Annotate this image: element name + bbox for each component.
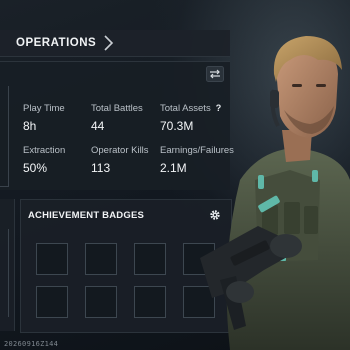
badge-slot[interactable]	[134, 286, 166, 318]
badge-slot[interactable]	[36, 243, 68, 275]
badge-slot[interactable]	[85, 286, 117, 318]
left-panel-edge	[0, 86, 9, 187]
badge-slot[interactable]	[85, 243, 117, 275]
achievement-badges-title: ACHIEVEMENT BADGES	[28, 210, 145, 221]
left-panel-edge	[0, 229, 9, 317]
stat-label: Total Battles	[91, 103, 143, 114]
game-screen: OPERATIONS Play Time 8h Total Battles 44…	[0, 0, 350, 350]
left-side-panel	[0, 199, 15, 331]
stat-operator-kills: Operator Kills 113	[91, 145, 149, 175]
stat-value: 113	[91, 161, 111, 175]
stat-value: 44	[91, 119, 105, 133]
stat-label: Extraction	[23, 145, 66, 156]
operations-title: OPERATIONS	[16, 37, 97, 49]
operator-portrait	[200, 36, 350, 350]
build-id: 20260916Z144	[4, 340, 59, 348]
badge-slot[interactable]	[36, 286, 68, 318]
stat-label: Operator Kills	[91, 145, 149, 156]
stat-value: 8h	[23, 119, 37, 133]
chevron-right-icon[interactable]	[101, 34, 117, 52]
badge-slot[interactable]	[134, 243, 166, 275]
stat-label: Play Time	[23, 103, 65, 114]
stat-total-battles: Total Battles 44	[91, 103, 143, 133]
stat-play-time: Play Time 8h	[23, 103, 65, 133]
stats-panel: Play Time 8h Total Battles 44 Total Asse…	[0, 61, 234, 190]
operations-header[interactable]: OPERATIONS	[0, 30, 230, 57]
stat-extraction: Extraction 50%	[23, 145, 65, 175]
stat-value: 50%	[23, 161, 48, 175]
